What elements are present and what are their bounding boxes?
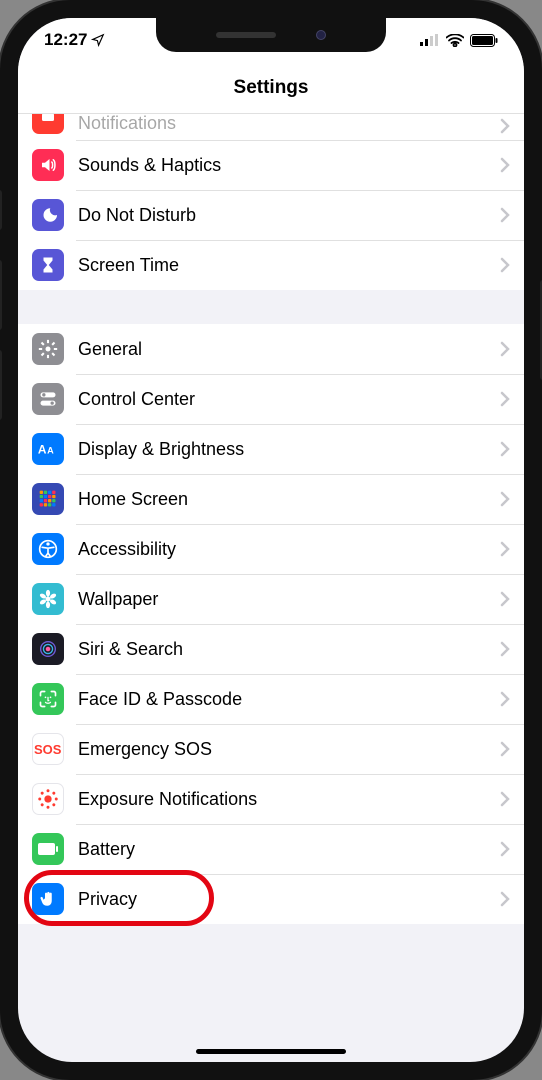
settings-row-label: Siri & Search xyxy=(78,639,494,660)
chevron-right-icon xyxy=(494,491,510,507)
nav-header: Settings xyxy=(18,62,524,114)
siri-icon xyxy=(32,633,64,665)
chevron-right-icon xyxy=(494,441,510,457)
bell-icon xyxy=(32,114,64,134)
svg-text:A: A xyxy=(47,446,54,456)
settings-row-label: Battery xyxy=(78,839,494,860)
settings-row-label: Do Not Disturb xyxy=(78,205,494,226)
settings-row-label: Notifications xyxy=(78,114,494,134)
exposure-icon xyxy=(32,783,64,815)
battery-icon xyxy=(32,833,64,865)
settings-group-1: General Control Center AA Display & Brightn… xyxy=(18,324,524,924)
accessibility-icon xyxy=(32,533,64,565)
volume-down-button xyxy=(0,350,2,420)
chevron-right-icon xyxy=(494,157,510,173)
settings-row-siri-search[interactable]: Siri & Search xyxy=(18,624,524,674)
wifi-icon xyxy=(446,34,464,47)
settings-list[interactable]: Notifications Sounds & Haptics Do Not Dist… xyxy=(18,114,524,1062)
grid-icon xyxy=(32,483,64,515)
settings-row-label: Accessibility xyxy=(78,539,494,560)
status-right xyxy=(420,34,498,47)
earpiece-speaker xyxy=(216,32,276,38)
settings-row-label: Face ID & Passcode xyxy=(78,689,494,710)
settings-row-label: Privacy xyxy=(78,889,494,910)
location-arrow-icon xyxy=(91,33,105,47)
settings-row-general[interactable]: General xyxy=(18,324,524,374)
settings-row-battery[interactable]: Battery xyxy=(18,824,524,874)
settings-row-emergency-sos[interactable]: SOS Emergency SOS xyxy=(18,724,524,774)
chevron-right-icon xyxy=(494,841,510,857)
status-left: 12:27 xyxy=(44,30,105,50)
chevron-right-icon xyxy=(494,391,510,407)
settings-row-face-id-passcode[interactable]: Face ID & Passcode xyxy=(18,674,524,724)
gear-icon xyxy=(32,333,64,365)
settings-row-label: Emergency SOS xyxy=(78,739,494,760)
chevron-right-icon xyxy=(494,741,510,757)
hourglass-icon xyxy=(32,249,64,281)
switches-icon xyxy=(32,383,64,415)
settings-row-label: Sounds & Haptics xyxy=(78,155,494,176)
cellular-signal-icon xyxy=(420,34,440,46)
chevron-right-icon xyxy=(494,207,510,223)
settings-row-exposure-notifications[interactable]: Exposure Notifications xyxy=(18,774,524,824)
settings-row-label: Display & Brightness xyxy=(78,439,494,460)
device-frame: 12:27 xyxy=(0,0,542,1080)
battery-icon xyxy=(470,34,498,47)
settings-row-home-screen[interactable]: Home Screen xyxy=(18,474,524,524)
front-camera xyxy=(316,30,326,40)
settings-row-accessibility[interactable]: Accessibility xyxy=(18,524,524,574)
settings-row-do-not-disturb[interactable]: Do Not Disturb xyxy=(18,190,524,240)
settings-row-privacy[interactable]: Privacy xyxy=(18,874,524,924)
sos-icon: SOS xyxy=(32,733,64,765)
settings-row-screen-time[interactable]: Screen Time xyxy=(18,240,524,290)
settings-row-label: Wallpaper xyxy=(78,589,494,610)
svg-text:A: A xyxy=(38,443,47,457)
chevron-right-icon xyxy=(494,257,510,273)
chevron-right-icon xyxy=(494,791,510,807)
mute-switch xyxy=(0,190,2,230)
chevron-right-icon xyxy=(494,118,510,134)
home-indicator[interactable] xyxy=(196,1049,346,1054)
faceid-icon xyxy=(32,683,64,715)
settings-row-sounds-haptics[interactable]: Sounds & Haptics xyxy=(18,140,524,190)
status-time: 12:27 xyxy=(44,30,87,50)
settings-row-label: Home Screen xyxy=(78,489,494,510)
volume-up-button xyxy=(0,260,2,330)
svg-text:SOS: SOS xyxy=(34,742,62,757)
settings-row-control-center[interactable]: Control Center xyxy=(18,374,524,424)
speaker-icon xyxy=(32,149,64,181)
chevron-right-icon xyxy=(494,541,510,557)
chevron-right-icon xyxy=(494,591,510,607)
aa-icon: AA xyxy=(32,433,64,465)
notch xyxy=(156,18,386,52)
settings-row-label: General xyxy=(78,339,494,360)
settings-row-label: Exposure Notifications xyxy=(78,789,494,810)
flower-icon xyxy=(32,583,64,615)
settings-row-label: Screen Time xyxy=(78,255,494,276)
chevron-right-icon xyxy=(494,341,510,357)
chevron-right-icon xyxy=(494,691,510,707)
page-title: Settings xyxy=(234,77,309,99)
settings-group-0: Notifications Sounds & Haptics Do Not Dist… xyxy=(18,114,524,290)
moon-icon xyxy=(32,199,64,231)
screen: 12:27 xyxy=(18,18,524,1062)
settings-row-wallpaper[interactable]: Wallpaper xyxy=(18,574,524,624)
settings-row-label: Control Center xyxy=(78,389,494,410)
hand-icon xyxy=(32,883,64,915)
settings-row-display-brightness[interactable]: AA Display & Brightness xyxy=(18,424,524,474)
settings-row-notifications[interactable]: Notifications xyxy=(18,114,524,140)
chevron-right-icon xyxy=(494,641,510,657)
chevron-right-icon xyxy=(494,891,510,907)
